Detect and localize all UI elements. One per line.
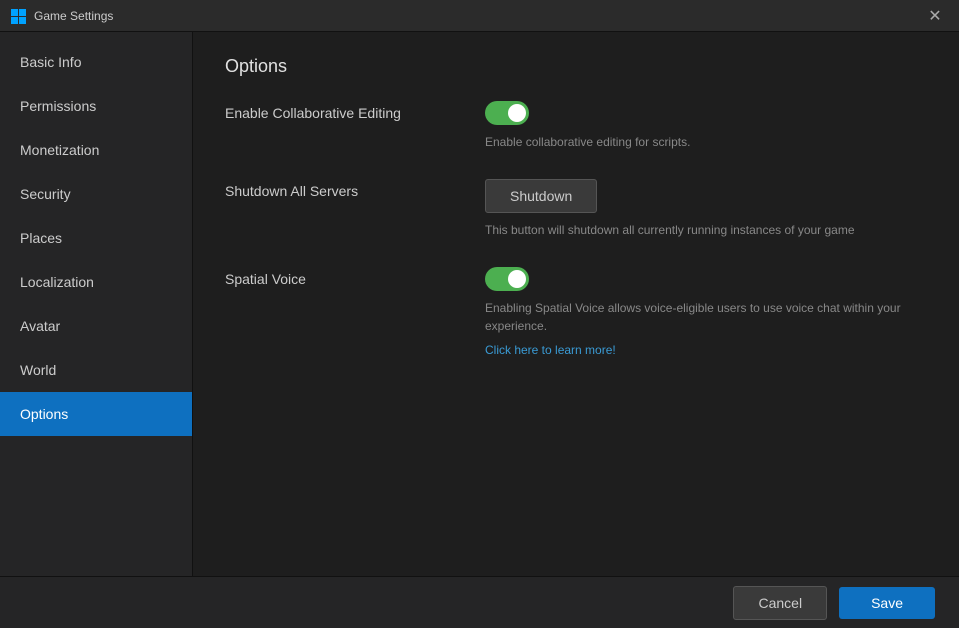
save-button[interactable]: Save	[839, 587, 935, 619]
sidebar-item-places[interactable]: Places	[0, 216, 192, 260]
toggle-collaborative-editing[interactable]	[485, 101, 529, 125]
option-row-collaborative-editing: Enable Collaborative Editing Enable coll…	[225, 101, 927, 151]
spatial-voice-learn-more-link[interactable]: Click here to learn more!	[485, 343, 927, 357]
page-title: Options	[225, 56, 927, 77]
option-row-shutdown: Shutdown All Servers Shutdown This butto…	[225, 179, 927, 239]
sidebar-item-world[interactable]: World	[0, 348, 192, 392]
sidebar-item-monetization[interactable]: Monetization	[0, 128, 192, 172]
toggle-knob-collaborative	[508, 104, 526, 122]
option-label-collaborative-editing: Enable Collaborative Editing	[225, 105, 445, 121]
toggle-knob-spatial	[508, 270, 526, 288]
titlebar-title: Game Settings	[34, 9, 113, 23]
sidebar-item-basic-info[interactable]: Basic Info	[0, 40, 192, 84]
toggle-track-collaborative	[485, 101, 529, 125]
option-label-shutdown: Shutdown All Servers	[225, 183, 445, 199]
option-row-spatial-voice: Spatial Voice Enabling Spatial Voice all…	[225, 267, 927, 357]
main-container: Basic Info Permissions Monetization Secu…	[0, 32, 959, 576]
toggle-spatial-voice[interactable]	[485, 267, 529, 291]
desc-collaborative-editing: Enable collaborative editing for scripts…	[485, 133, 927, 151]
sidebar-item-options[interactable]: Options	[0, 392, 192, 436]
sidebar-item-security[interactable]: Security	[0, 172, 192, 216]
footer: Cancel Save	[0, 576, 959, 628]
titlebar-left: Game Settings	[10, 8, 113, 24]
sidebar-item-avatar[interactable]: Avatar	[0, 304, 192, 348]
option-label-spatial-voice: Spatial Voice	[225, 271, 445, 287]
sidebar-item-localization[interactable]: Localization	[0, 260, 192, 304]
shutdown-button[interactable]: Shutdown	[485, 179, 597, 213]
desc-shutdown: This button will shutdown all currently …	[485, 221, 927, 239]
app-icon	[10, 8, 26, 24]
toggle-track-spatial	[485, 267, 529, 291]
sidebar-item-permissions[interactable]: Permissions	[0, 84, 192, 128]
cancel-button[interactable]: Cancel	[733, 586, 827, 620]
content-area: Options Enable Collaborative Editing Ena…	[193, 32, 959, 576]
sidebar: Basic Info Permissions Monetization Secu…	[0, 32, 193, 576]
close-button[interactable]: ✕	[921, 2, 949, 30]
desc-spatial-voice: Enabling Spatial Voice allows voice-elig…	[485, 299, 927, 335]
titlebar: Game Settings ✕	[0, 0, 959, 32]
